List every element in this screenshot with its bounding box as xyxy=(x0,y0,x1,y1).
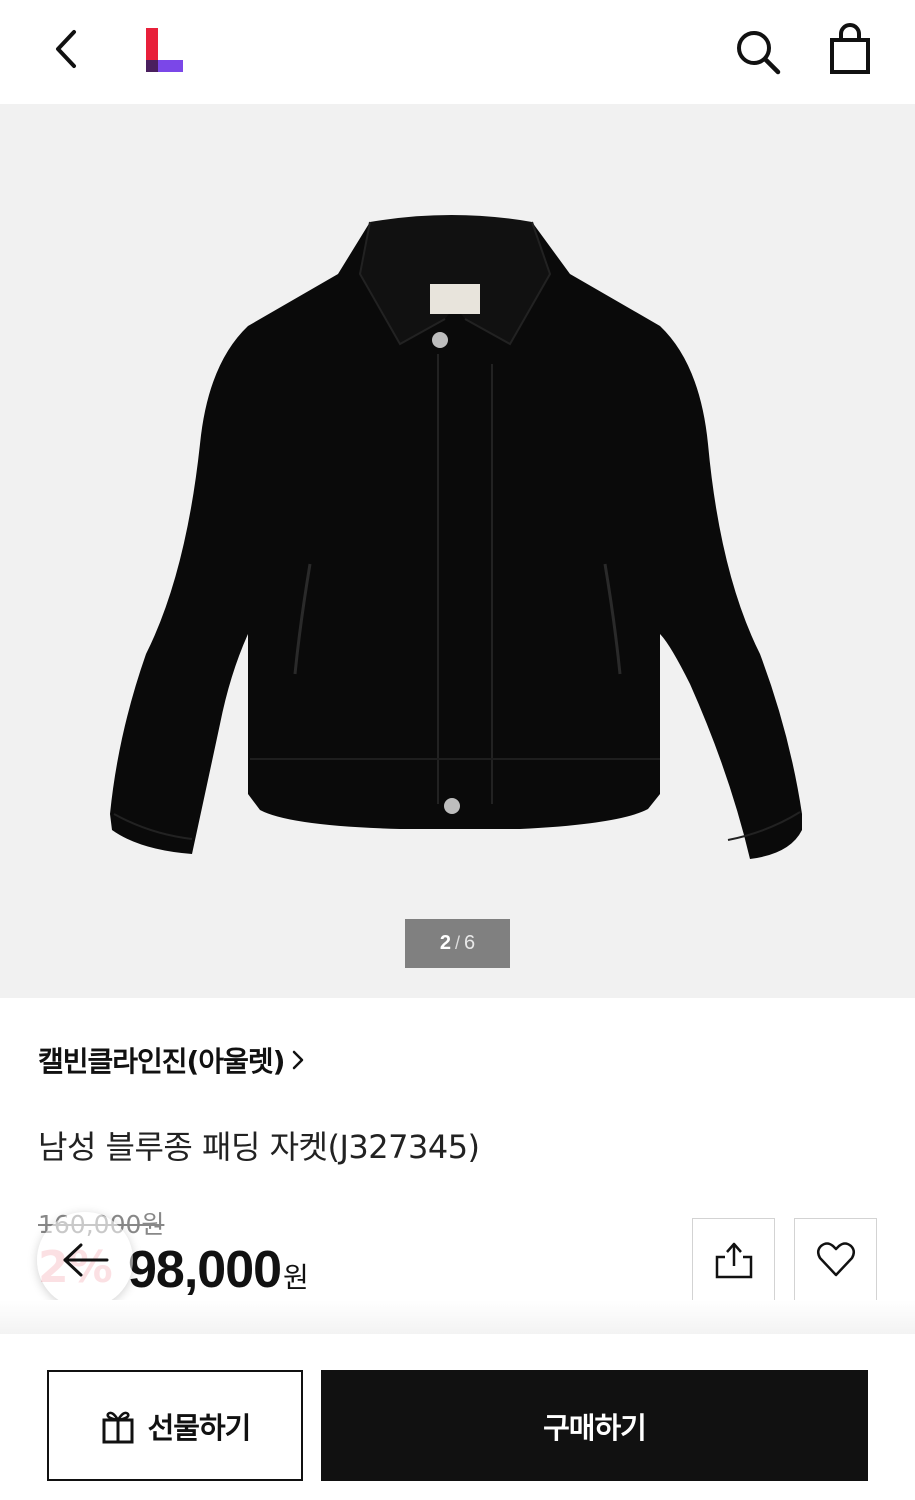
total-pages: 6 xyxy=(464,932,476,954)
brand-name: 캘빈클라인진(아울렛) xyxy=(38,1045,285,1078)
buy-button[interactable]: 구매하기 xyxy=(321,1370,868,1481)
heart-icon xyxy=(817,1242,855,1277)
product-title: 남성 블루종 패딩 자켓(J327345) xyxy=(38,1128,480,1166)
gift-button-label: 선물하기 xyxy=(147,1410,252,1445)
chevron-left-icon xyxy=(56,30,76,68)
product-image-carousel[interactable]: 2 / 6 xyxy=(0,104,915,998)
share-icon xyxy=(715,1242,753,1279)
shopping-bag-icon xyxy=(830,23,870,74)
brand-logo[interactable] xyxy=(143,26,185,74)
floating-back-button[interactable] xyxy=(37,1212,133,1308)
bottom-bar-shadow xyxy=(0,1300,915,1334)
brand-link[interactable]: 캘빈클라인진(아울렛) xyxy=(38,1040,306,1080)
sale-price: 98,000 원 xyxy=(128,1240,309,1300)
arrow-left-icon xyxy=(63,1243,109,1277)
price-amount: 98,000 xyxy=(128,1241,282,1299)
page-separator: / xyxy=(454,933,460,953)
back-button[interactable] xyxy=(42,22,92,76)
gift-button[interactable]: 선물하기 xyxy=(47,1370,303,1481)
share-button[interactable] xyxy=(692,1218,775,1301)
chevron-right-icon xyxy=(293,1050,304,1070)
bottom-action-bar: 선물하기 구매하기 xyxy=(0,1334,915,1500)
buy-button-label: 구매하기 xyxy=(543,1410,647,1445)
top-app-bar xyxy=(0,0,915,104)
search-button[interactable] xyxy=(730,24,784,78)
image-page-indicator: 2 / 6 xyxy=(405,919,510,968)
product-image xyxy=(110,215,802,859)
search-icon xyxy=(737,31,781,75)
cart-button[interactable] xyxy=(824,22,876,78)
current-page: 2 xyxy=(439,932,451,954)
gift-icon xyxy=(102,1411,134,1443)
wishlist-button[interactable] xyxy=(794,1218,877,1301)
price-currency: 원 xyxy=(283,1261,309,1294)
